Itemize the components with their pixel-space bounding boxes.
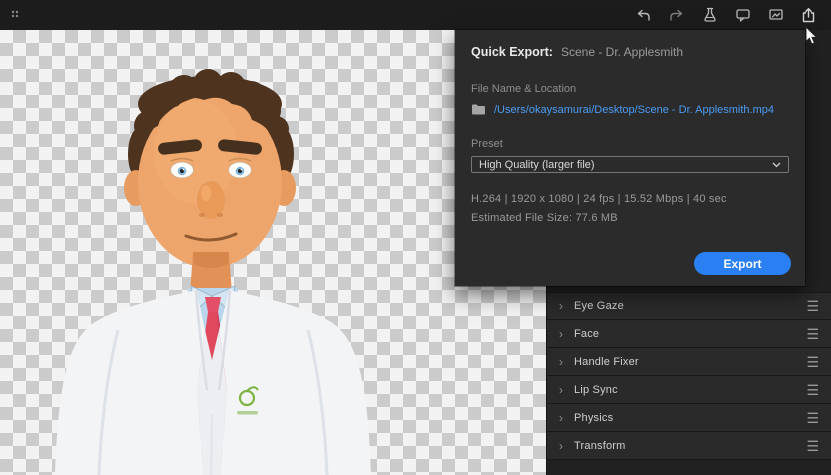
prop-row-label: Lip Sync [574,383,618,396]
export-file-path-link[interactable]: /Users/okaysamurai/Desktop/Scene - Dr. A… [494,104,774,116]
prop-row-handle-fixer[interactable]: › Handle Fixer ☰ [547,348,831,376]
chevron-right-icon[interactable]: › [559,356,563,368]
prop-row-transform[interactable]: › Transform ☰ [547,432,831,460]
prop-row-physics[interactable]: › Physics ☰ [547,404,831,432]
chevron-right-icon[interactable]: › [559,384,563,396]
share-export-icon[interactable] [800,7,817,24]
redo-icon[interactable] [668,7,685,24]
row-menu-icon[interactable]: ☰ [806,299,819,313]
row-menu-icon[interactable]: ☰ [806,411,819,425]
popup-scene-name: Scene - Dr. Applesmith [560,45,684,59]
prop-row-face[interactable]: › Face ☰ [547,320,831,348]
folder-icon[interactable] [471,103,486,116]
prop-row-label: Handle Fixer [574,355,639,368]
quick-export-popup: Quick Export: Scene - Dr. Applesmith File… [455,30,805,286]
comments-icon[interactable] [734,7,751,24]
prop-row-lip-sync[interactable]: › Lip Sync ☰ [547,376,831,404]
app-window: › Eye Gaze ☰ › Face ☰ › Handle Fixer ☰ ›… [0,0,831,475]
popup-title: Quick Export: Scene - Dr. Applesmith [471,45,789,59]
export-format-info: H.264 | 1920 x 1080 | 24 fps | 15.52 Mbp… [471,193,727,205]
top-toolbar [0,0,831,30]
export-button[interactable]: Export [694,252,791,275]
preset-dropdown-value: High Quality (larger file) [479,158,595,171]
chevron-down-icon [772,159,781,171]
row-menu-icon[interactable]: ☰ [806,327,819,341]
prop-row-label: Eye Gaze [574,300,624,312]
preset-dropdown[interactable]: High Quality (larger file) [471,156,789,173]
prop-row-eye-gaze[interactable]: › Eye Gaze ☰ [547,292,831,320]
row-menu-icon[interactable]: ☰ [806,439,819,453]
prop-row-label: Transform [574,439,626,452]
lab-icon[interactable] [701,7,718,24]
prop-row-label: Face [574,327,600,340]
prop-row-label: Physics [574,411,614,424]
scene-view-icon[interactable] [767,7,784,24]
undo-icon[interactable] [635,7,652,24]
estimated-file-size: Estimated File Size: 77.6 MB [471,212,618,224]
popup-title-label: Quick Export: [471,45,553,59]
chevron-right-icon[interactable]: › [559,412,563,424]
row-menu-icon[interactable]: ☰ [806,383,819,397]
row-menu-icon[interactable]: ☰ [806,355,819,369]
chevron-right-icon[interactable]: › [559,440,563,452]
chevron-right-icon[interactable]: › [559,300,563,312]
app-menu-icon[interactable] [8,7,25,24]
preset-label: Preset [471,138,503,150]
file-section-label: File Name & Location [471,83,577,95]
chevron-right-icon[interactable]: › [559,328,563,340]
